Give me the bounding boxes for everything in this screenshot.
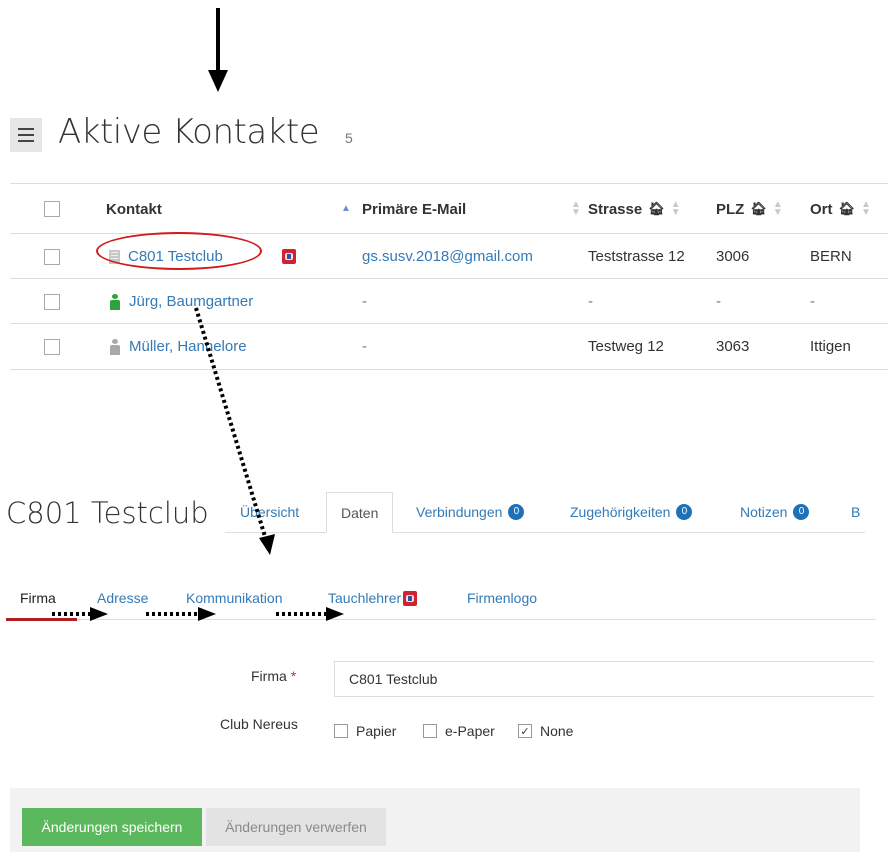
- city-cell: -: [810, 293, 815, 310]
- tab-verbindungen[interactable]: Verbindungen 0: [416, 492, 525, 532]
- count-badge: 0: [676, 504, 693, 520]
- club-nereus-label: Club Nereus: [220, 716, 298, 732]
- save-button[interactable]: Änderungen speichern: [22, 808, 202, 846]
- highlight-ellipse: [96, 232, 262, 270]
- row-checkbox[interactable]: [44, 293, 60, 310]
- row-checkbox[interactable]: [44, 248, 60, 265]
- menu-icon[interactable]: [10, 118, 42, 152]
- page-title: Aktive Kontakte: [58, 112, 320, 152]
- count-badge: 0: [793, 504, 810, 520]
- active-subtab-indicator: [6, 618, 77, 621]
- contact-link[interactable]: Jürg, Baumgartner: [129, 293, 253, 310]
- tabs-divider: [225, 532, 865, 533]
- subtab-adresse[interactable]: Adresse: [97, 590, 148, 606]
- email-link[interactable]: gs.susv.2018@gmail.com: [362, 234, 533, 279]
- tab-notizen[interactable]: Notizen 0: [740, 492, 810, 532]
- subtabs-divider: [10, 619, 876, 620]
- city-cell: Ittigen: [810, 338, 851, 355]
- person-icon: [109, 293, 121, 310]
- option-epaper[interactable]: e-Paper: [423, 723, 495, 739]
- sort-asc-icon[interactable]: ▲: [341, 204, 351, 214]
- firma-label: Firma *: [251, 668, 297, 684]
- subtab-firma[interactable]: Firma: [20, 590, 56, 606]
- column-header-kontakt[interactable]: Kontakt: [106, 184, 162, 234]
- sort-icon[interactable]: ▲ ▼: [773, 200, 783, 218]
- table-row[interactable]: Müller, Hannelore - Testweg 12 3063 Itti…: [10, 323, 888, 370]
- subtab-kommunikation[interactable]: Kommunikation: [186, 590, 283, 606]
- street-cell: -: [588, 293, 593, 310]
- sort-icon[interactable]: ▲ ▼: [671, 200, 681, 218]
- email-cell: -: [362, 338, 367, 355]
- plz-cell: 3006: [716, 248, 750, 265]
- email-cell: -: [362, 293, 367, 310]
- detail-title: C801 Testclub: [6, 496, 209, 530]
- count-badge: 0: [508, 504, 525, 520]
- sort-icon[interactable]: ▲ ▼: [861, 200, 871, 218]
- discard-button[interactable]: Änderungen verwerfen: [206, 808, 386, 846]
- sort-icon[interactable]: ▲ ▼: [571, 200, 581, 218]
- row-checkbox[interactable]: [44, 338, 60, 355]
- plz-cell: -: [716, 293, 721, 310]
- table-row[interactable]: Jürg, Baumgartner - - - -: [10, 278, 888, 324]
- house-icon: 🏠︎: [838, 201, 856, 216]
- select-all-checkbox[interactable]: [44, 201, 60, 217]
- arrow-down-icon: [208, 8, 228, 92]
- street-cell: Testweg 12: [588, 338, 664, 355]
- none-checkbox[interactable]: ✓: [518, 724, 532, 738]
- person-icon: [109, 338, 121, 355]
- house-icon: 🏠︎: [750, 201, 767, 216]
- table-header: Kontakt ▲ Primäre E-Mail ▲ ▼ Strasse 🏠︎ ▲ ▼ …: [10, 183, 888, 234]
- club-badge-icon: [282, 249, 296, 264]
- firma-input[interactable]: C801 Testclub: [334, 661, 874, 697]
- contact-count: 5: [345, 130, 353, 146]
- tab-zugehoerigkeiten[interactable]: Zugehörigkeiten 0: [570, 492, 693, 532]
- column-header-ort[interactable]: Ort 🏠︎ ▲ ▼: [810, 184, 871, 234]
- tab-uebersicht[interactable]: Übersicht: [240, 492, 299, 532]
- subtab-tauchlehrer[interactable]: Tauchlehrer: [328, 590, 418, 606]
- plz-cell: 3063: [716, 338, 750, 355]
- papier-checkbox[interactable]: [334, 724, 348, 738]
- city-cell: BERN: [810, 248, 852, 265]
- club-badge-icon: [403, 590, 418, 606]
- column-header-plz[interactable]: PLZ 🏠︎ ▲ ▼: [716, 184, 783, 234]
- contact-link[interactable]: Müller, Hannelore: [129, 338, 247, 355]
- option-none[interactable]: ✓ None: [518, 723, 573, 739]
- column-header-strasse[interactable]: Strasse 🏠︎ ▲ ▼: [588, 184, 681, 234]
- column-header-email[interactable]: Primäre E-Mail: [362, 184, 466, 234]
- tab-daten[interactable]: Daten: [326, 492, 394, 533]
- tab-more[interactable]: B: [851, 492, 860, 532]
- epaper-checkbox[interactable]: [423, 724, 437, 738]
- subtab-firmenlogo[interactable]: Firmenlogo: [467, 590, 537, 606]
- option-papier[interactable]: Papier: [334, 723, 396, 739]
- street-cell: Teststrasse 12: [588, 248, 685, 265]
- house-icon: 🏠︎: [648, 201, 665, 216]
